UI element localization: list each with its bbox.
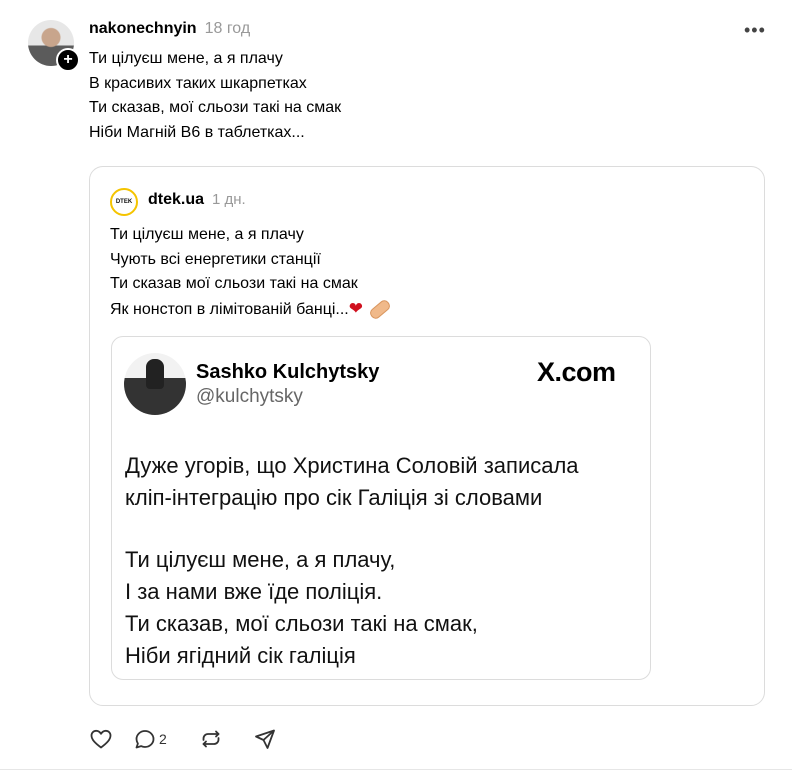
quoted-post-time: 1 дн. [212, 191, 246, 208]
x-com-logo: X.com [537, 357, 616, 387]
post-header: nakonechnyin 18 год [89, 20, 250, 44]
quoted-line: Ти сказав мої сльози такі на смак [110, 275, 358, 292]
reply-button[interactable]: 2 [133, 727, 199, 751]
tweet-line: Ніби ягідний сік галіція [125, 643, 356, 668]
quoted-line: Чують всі енергетики станції [110, 250, 321, 268]
author-username[interactable]: nakonechnyin [89, 20, 197, 38]
more-horizontal-icon[interactable]: ••• [744, 20, 768, 40]
quoted-post-header: dtek.ua 1 дн. [148, 191, 246, 209]
comment-icon [135, 730, 155, 749]
share-button[interactable] [253, 727, 293, 751]
quoted-line: Ти цілуєш мене, а я плачу [110, 226, 304, 243]
tweet-line: кліп-інтеграцію про сік Галіція зі слова… [125, 485, 543, 510]
tweet-author-handle: @kulchytsky [196, 386, 303, 407]
dtek-logo[interactable]: DTEK [110, 188, 138, 216]
tweet-body: Дуже угорів, що Христина Соловій записал… [125, 450, 579, 672]
thread-post: + nakonechnyin 18 год ••• Ти цілуєш мене… [0, 0, 792, 773]
post-divider [0, 769, 792, 770]
quoted-post-text: Ти цілуєш мене, а я плачу Чують всі енер… [110, 223, 392, 323]
tweet-line: Дуже угорів, що Христина Соловій записал… [125, 453, 579, 478]
post-line: Ніби Магній В6 в таблетках... [89, 123, 305, 141]
post-line: Ти сказав, мої сльози такі на смак [89, 99, 342, 116]
post-line: Ти цілуєш мене, а я плачу [89, 50, 283, 67]
post-time: 18 год [204, 20, 251, 37]
heart-emoji-icon: ❤ [348, 298, 363, 318]
reply-count: 2 [159, 731, 167, 747]
quoted-line-with-emoji: Як нонстоп в лімітованій банці...❤ [110, 297, 392, 323]
send-icon [255, 729, 275, 749]
quoted-line: Як нонстоп в лімітованій банці... [110, 300, 349, 318]
like-button[interactable] [89, 727, 133, 751]
repost-icon [202, 730, 220, 748]
tweet-line: І за нами вже їде поліція. [125, 579, 383, 604]
tweet-line: Ти цілуєш мене, а я плачу, [125, 547, 396, 572]
follow-plus-icon[interactable]: + [56, 48, 80, 72]
post-text: Ти цілуєш мене, а я плачу В красивих так… [89, 47, 341, 145]
quoted-post[interactable]: DTEK dtek.ua 1 дн. Ти цілуєш мене, а я п… [89, 166, 765, 706]
tweet-author-name: Sashko Kulchytsky [196, 361, 380, 383]
tweet-line: Ти сказав, мої сльози такі на смак, [125, 611, 478, 636]
embedded-tweet-image[interactable]: Sashko Kulchytsky @kulchytsky X.com Дуже… [111, 336, 651, 680]
quoted-username[interactable]: dtek.ua [148, 191, 204, 209]
bandage-emoji-icon [368, 297, 392, 321]
heart-icon [90, 729, 112, 749]
post-line: В красивих таких шкарпетках [89, 74, 307, 92]
post-actions: 2 [89, 726, 293, 752]
repost-button[interactable] [199, 727, 253, 751]
tweet-author-avatar [124, 353, 186, 415]
